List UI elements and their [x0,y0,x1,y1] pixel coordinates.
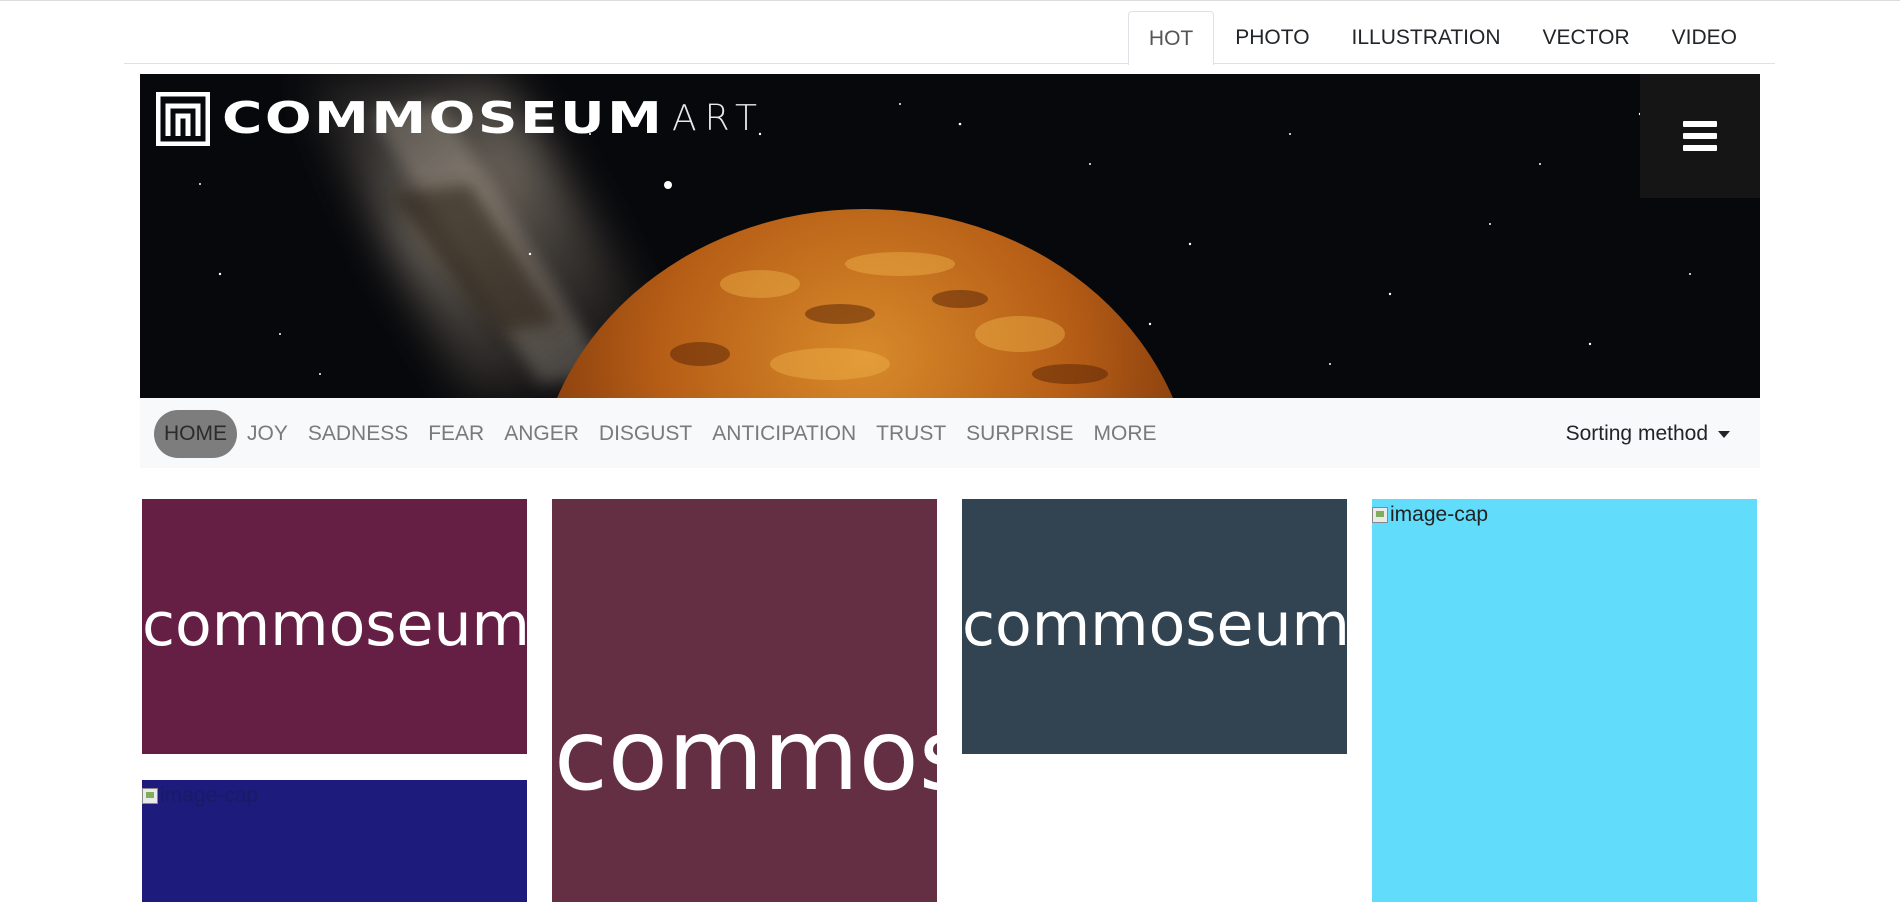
tab-video[interactable]: VIDEO [1651,11,1758,64]
category-trust[interactable]: TRUST [866,410,956,458]
category-anticipation[interactable]: ANTICIPATION [702,410,866,458]
category-joy[interactable]: JOY [237,410,298,458]
brand-name: COMMOSEUM [222,93,665,144]
sorting-dropdown[interactable]: Sorting method [1566,410,1730,458]
image-alt-label: image-cap [1390,503,1489,526]
commoseum-logo-icon [156,92,210,146]
category-fear[interactable]: FEAR [418,410,494,458]
category-sadness[interactable]: SADNESS [298,410,418,458]
gallery-card[interactable]: image-cap [1372,499,1757,902]
broken-image-icon [1372,507,1388,523]
category-home[interactable]: HOME [154,410,237,458]
tab-illustration[interactable]: ILLUSTRATION [1331,11,1522,64]
image-alt-text: image-cap [1372,503,1488,527]
category-surprise[interactable]: SURPRISE [956,410,1083,458]
gallery-card[interactable]: commoseum [552,499,937,902]
top-border [0,0,1900,1]
caret-down-icon [1718,430,1730,438]
category-anger[interactable]: ANGER [494,410,589,458]
image-alt-label: image-cap [160,784,259,807]
category-more[interactable]: MORE [1084,410,1167,458]
hamburger-menu-icon [1683,121,1717,151]
tab-vector[interactable]: VECTOR [1522,11,1651,64]
gallery-card[interactable]: commoseum [962,499,1347,754]
site-logo[interactable]: COMMOSEUM ART [156,92,765,146]
sorting-label: Sorting method [1565,422,1708,445]
category-nav: HOME JOY SADNESS FEAR ANGER DISGUST ANTI… [140,398,1760,468]
tab-hot[interactable]: HOT [1127,11,1215,65]
gallery-card[interactable]: commoseum [142,499,527,754]
tab-photo[interactable]: PHOTO [1214,11,1330,64]
gallery-card[interactable]: image-cap [142,780,527,902]
card-caption: commoseum [962,590,1347,660]
card-caption: commoseum [142,590,527,660]
image-alt-text: image-cap [142,784,258,808]
brand-suffix: ART [671,98,765,139]
hero-banner: COMMOSEUM ART [140,74,1760,398]
menu-button[interactable] [1640,74,1760,198]
card-caption: commoseum [554,699,937,813]
media-type-tabs: HOT PHOTO ILLUSTRATION VECTOR VIDEO [124,11,1775,65]
category-disgust[interactable]: DISGUST [589,410,702,458]
broken-image-icon [142,788,158,804]
